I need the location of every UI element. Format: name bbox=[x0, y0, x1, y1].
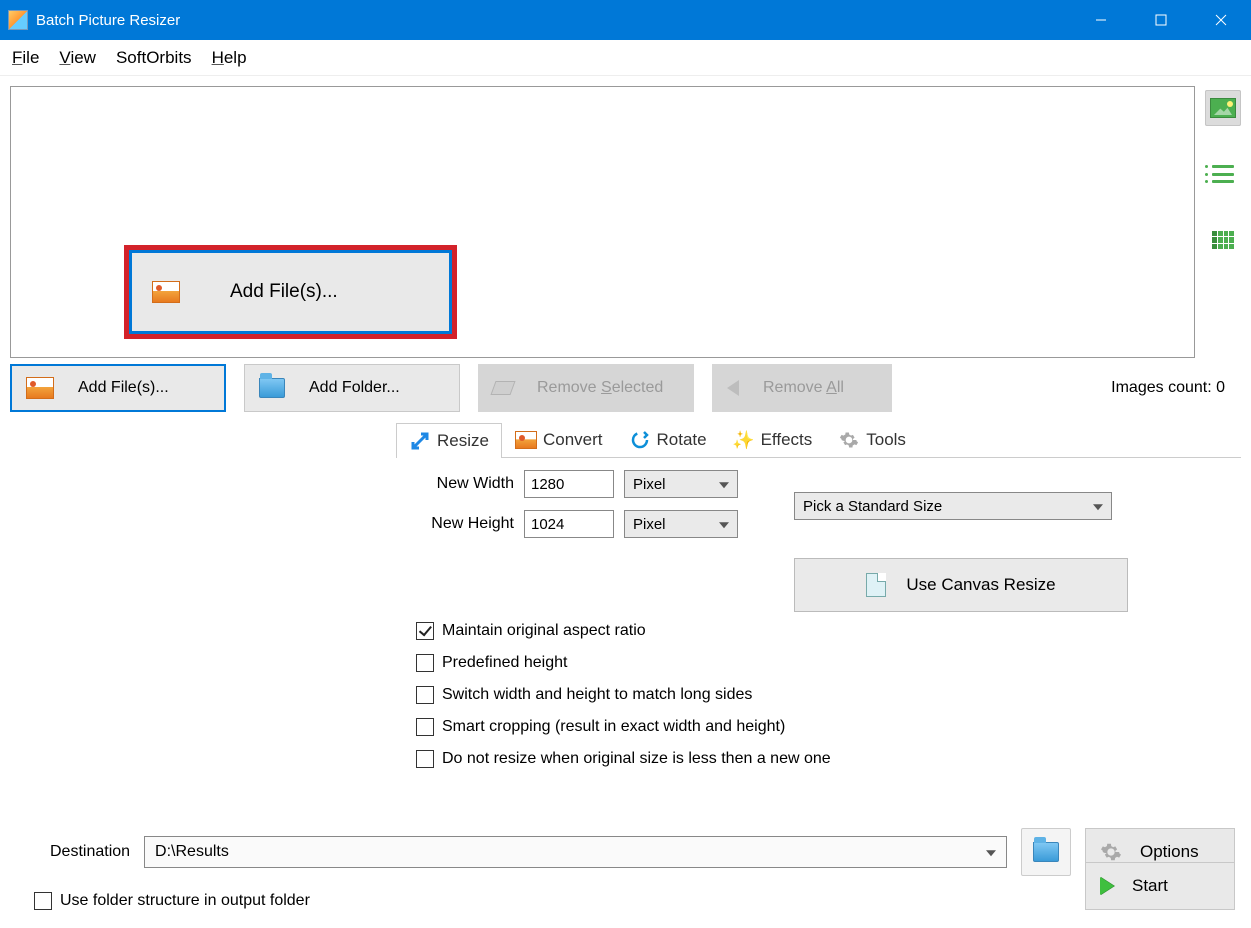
wand-icon: ✨ bbox=[733, 429, 755, 451]
tab-effects[interactable]: ✨ Effects bbox=[720, 422, 826, 457]
picture-icon bbox=[515, 429, 537, 451]
tab-tools-label: Tools bbox=[866, 430, 906, 450]
left-pane bbox=[10, 422, 390, 780]
tab-tools[interactable]: Tools bbox=[825, 422, 919, 457]
view-thumbnails-button[interactable] bbox=[1205, 90, 1241, 126]
add-files-big-button[interactable]: Add File(s)... bbox=[129, 250, 452, 334]
menu-help[interactable]: Help bbox=[208, 44, 251, 72]
checkbox-icon bbox=[416, 686, 434, 704]
back-arrow-icon bbox=[727, 380, 739, 396]
smart-crop-checkbox[interactable]: Smart cropping (result in exact width an… bbox=[416, 718, 1223, 736]
rotate-icon bbox=[629, 429, 651, 451]
remove-selected-label: Remove Selected bbox=[537, 379, 663, 397]
predefined-height-checkbox[interactable]: Predefined height bbox=[416, 654, 1223, 672]
destination-label: Destination bbox=[50, 843, 130, 861]
add-files-label: Add File(s)... bbox=[78, 379, 169, 397]
add-files-highlight: Add File(s)... bbox=[124, 245, 457, 339]
folder-icon bbox=[1033, 842, 1059, 862]
gear-icon bbox=[1100, 841, 1122, 863]
use-folder-structure-checkbox[interactable]: Use folder structure in output folder bbox=[34, 892, 1235, 910]
minimize-button[interactable] bbox=[1071, 0, 1131, 40]
folder-icon bbox=[259, 378, 285, 398]
smart-crop-label: Smart cropping (result in exact width an… bbox=[442, 718, 785, 736]
resize-icon bbox=[409, 430, 431, 452]
new-height-input[interactable] bbox=[524, 510, 614, 538]
width-unit-select[interactable]: Pixel bbox=[624, 470, 738, 498]
destination-combo[interactable]: D:\Results bbox=[144, 836, 1007, 868]
preview-area: Add File(s)... bbox=[10, 86, 1195, 358]
tab-rotate[interactable]: Rotate bbox=[616, 422, 720, 457]
gear-icon bbox=[838, 429, 860, 451]
picture-icon bbox=[26, 377, 54, 399]
new-width-input[interactable] bbox=[524, 470, 614, 498]
tabs: Resize Convert Rotate ✨ Effects Tools bbox=[396, 422, 1241, 458]
titlebar: Batch Picture Resizer bbox=[0, 0, 1251, 40]
checkbox-icon bbox=[416, 750, 434, 768]
list-icon bbox=[1212, 165, 1234, 183]
maximize-button[interactable] bbox=[1131, 0, 1191, 40]
tab-rotate-label: Rotate bbox=[657, 430, 707, 450]
window-title: Batch Picture Resizer bbox=[36, 12, 180, 29]
tab-resize-label: Resize bbox=[437, 431, 489, 451]
tab-resize[interactable]: Resize bbox=[396, 423, 502, 458]
picture-icon bbox=[152, 281, 180, 303]
file-toolbar: Add File(s)... Add Folder... Remove Sele… bbox=[0, 358, 1251, 422]
tab-convert-label: Convert bbox=[543, 430, 603, 450]
options-label: Options bbox=[1140, 842, 1199, 862]
resize-panel: New Width Pixel New Height Pixel Pick a … bbox=[396, 458, 1241, 790]
remove-selected-button: Remove Selected bbox=[478, 364, 694, 412]
tab-convert[interactable]: Convert bbox=[502, 422, 616, 457]
canvas-resize-label: Use Canvas Resize bbox=[906, 575, 1055, 595]
add-files-big-label: Add File(s)... bbox=[230, 281, 338, 303]
right-pane: Resize Convert Rotate ✨ Effects Tools bbox=[396, 422, 1241, 780]
add-folder-label: Add Folder... bbox=[309, 379, 400, 397]
checkbox-icon bbox=[416, 622, 434, 640]
remove-all-button: Remove All bbox=[712, 364, 892, 412]
switch-wh-checkbox[interactable]: Switch width and height to match long si… bbox=[416, 686, 1223, 704]
canvas-resize-button[interactable]: Use Canvas Resize bbox=[794, 558, 1128, 612]
view-mode-sidebar bbox=[1205, 86, 1241, 358]
no-upscale-checkbox[interactable]: Do not resize when original size is less… bbox=[416, 750, 1223, 768]
app-icon bbox=[8, 10, 28, 30]
remove-all-label: Remove All bbox=[763, 379, 844, 397]
checkbox-icon bbox=[34, 892, 52, 910]
checkbox-icon bbox=[416, 718, 434, 736]
no-upscale-label: Do not resize when original size is less… bbox=[442, 750, 831, 768]
add-folder-button[interactable]: Add Folder... bbox=[244, 364, 460, 412]
start-button[interactable]: Start bbox=[1085, 862, 1235, 910]
document-icon bbox=[866, 573, 886, 597]
switch-wh-label: Switch width and height to match long si… bbox=[442, 686, 752, 704]
view-grid-button[interactable] bbox=[1205, 222, 1241, 258]
menubar: File View SoftOrbits Help bbox=[0, 40, 1251, 76]
menu-view[interactable]: View bbox=[55, 44, 100, 72]
predefined-height-label: Predefined height bbox=[442, 654, 567, 672]
close-button[interactable] bbox=[1191, 0, 1251, 40]
menu-softorbits[interactable]: SoftOrbits bbox=[112, 44, 196, 72]
add-files-button[interactable]: Add File(s)... bbox=[10, 364, 226, 412]
start-label: Start bbox=[1132, 876, 1168, 896]
footer: Destination D:\Results Options Use folde… bbox=[0, 818, 1251, 928]
use-folder-structure-label: Use folder structure in output folder bbox=[60, 892, 310, 910]
standard-size-select[interactable]: Pick a Standard Size bbox=[794, 492, 1112, 520]
maintain-aspect-label: Maintain original aspect ratio bbox=[442, 622, 646, 640]
menu-file[interactable]: File bbox=[8, 44, 43, 72]
height-unit-select[interactable]: Pixel bbox=[624, 510, 738, 538]
images-count-label: Images count: 0 bbox=[1111, 379, 1241, 397]
tab-effects-label: Effects bbox=[761, 430, 813, 450]
play-arrow-icon bbox=[1100, 877, 1114, 895]
new-width-label: New Width bbox=[414, 475, 514, 493]
checkbox-icon bbox=[416, 654, 434, 672]
eraser-icon bbox=[490, 381, 515, 395]
view-list-button[interactable] bbox=[1205, 156, 1241, 192]
thumbnail-icon bbox=[1210, 98, 1236, 118]
new-height-label: New Height bbox=[414, 515, 514, 533]
browse-destination-button[interactable] bbox=[1021, 828, 1071, 876]
grid-icon bbox=[1212, 231, 1234, 249]
maintain-aspect-checkbox[interactable]: Maintain original aspect ratio bbox=[416, 622, 1223, 640]
